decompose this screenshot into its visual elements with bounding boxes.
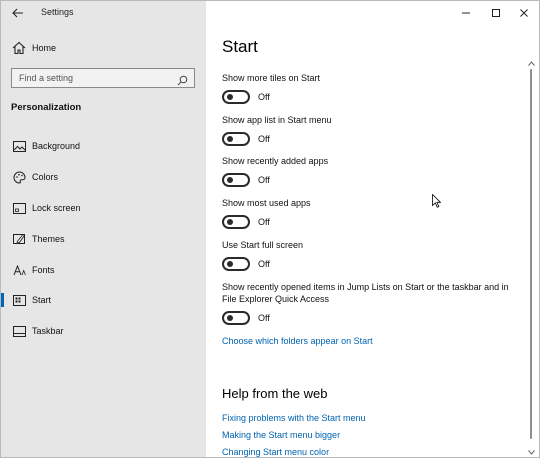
sidebar-item-background[interactable]: Background — [1, 134, 206, 158]
font-icon — [11, 262, 27, 278]
setting-label: Use Start full screen — [222, 240, 304, 250]
scroll-up-arrow-icon[interactable] — [528, 61, 535, 66]
sidebar-item-taskbar[interactable]: Taskbar — [1, 319, 206, 343]
toggle-switch[interactable] — [222, 311, 250, 325]
help-heading: Help from the web — [222, 386, 328, 401]
scroll-down-arrow-icon[interactable] — [528, 450, 535, 455]
help-link[interactable]: Fixing problems with the Start menu — [222, 413, 366, 423]
navigation-pane: Settings Home Personalization Background — [1, 1, 206, 457]
setting-label: Show more tiles on Start — [222, 73, 321, 83]
taskbar-icon — [11, 323, 27, 339]
back-arrow-icon — [12, 8, 23, 18]
help-link[interactable]: Making the Start menu bigger — [222, 430, 340, 440]
toggle-more-tiles[interactable]: Off — [222, 90, 270, 104]
home-icon — [11, 40, 27, 56]
search-icon[interactable] — [177, 73, 188, 91]
setting-label: Show most used apps — [222, 198, 311, 208]
start-icon — [11, 292, 27, 308]
sidebar-item-themes[interactable]: Themes — [1, 227, 206, 251]
section-heading: Personalization — [11, 102, 82, 113]
search-input[interactable] — [19, 73, 169, 83]
scroll-thumb[interactable] — [530, 69, 532, 439]
page-title: Start — [222, 37, 258, 56]
toggle-most-used[interactable]: Off — [222, 215, 270, 229]
toggle-state: Off — [258, 313, 270, 323]
sidebar-item-label: Fonts — [32, 265, 55, 275]
palette-icon — [11, 169, 27, 185]
setting-label-line2: File Explorer Quick Access — [222, 294, 330, 304]
image-icon — [11, 138, 27, 154]
toggle-state: Off — [258, 92, 270, 102]
choose-folders-link[interactable]: Choose which folders appear on Start — [222, 336, 373, 346]
toggle-jump-lists[interactable]: Off — [222, 311, 270, 325]
sidebar-item-colors[interactable]: Colors — [1, 165, 206, 189]
nav-home[interactable]: Home — [1, 36, 206, 60]
toggle-knob — [227, 219, 233, 225]
mouse-pointer-icon — [432, 194, 441, 208]
toggle-full-screen[interactable]: Off — [222, 257, 270, 271]
toggle-switch[interactable] — [222, 132, 250, 146]
vertical-scrollbar[interactable] — [526, 61, 537, 455]
sidebar-item-label: Start — [32, 295, 52, 305]
toggle-knob — [227, 261, 233, 267]
toggle-switch[interactable] — [222, 257, 250, 271]
toggle-knob — [227, 315, 233, 321]
help-link[interactable]: Changing Start menu color — [222, 447, 329, 457]
sidebar-item-start[interactable]: Start — [1, 288, 206, 312]
toggle-app-list[interactable]: Off — [222, 132, 270, 146]
back-button[interactable] — [9, 4, 27, 22]
sidebar-item-lock-screen[interactable]: Lock screen — [1, 196, 206, 220]
sidebar-item-label: Colors — [32, 172, 59, 182]
toggle-state: Off — [258, 259, 270, 269]
lock-screen-icon — [11, 200, 27, 216]
app-title: Settings — [41, 7, 74, 17]
toggle-state: Off — [258, 217, 270, 227]
toggle-recently-added[interactable]: Off — [222, 173, 270, 187]
sidebar-item-label: Lock screen — [32, 203, 81, 213]
toggle-switch[interactable] — [222, 90, 250, 104]
setting-label: Show recently added apps — [222, 156, 329, 166]
settings-window: Settings Home Personalization Background — [0, 0, 540, 458]
sidebar-item-label: Background — [32, 141, 81, 151]
toggle-knob — [227, 136, 233, 142]
toggle-state: Off — [258, 134, 270, 144]
toggle-switch[interactable] — [222, 173, 250, 187]
sidebar-item-label: Themes — [32, 234, 65, 244]
toggle-state: Off — [258, 175, 270, 185]
search-box[interactable] — [11, 68, 195, 88]
content-pane: Start Show more tiles on Start Off Show … — [206, 1, 539, 457]
title-bar: Settings — [1, 1, 206, 25]
toggle-switch[interactable] — [222, 215, 250, 229]
setting-label: Show app list in Start menu — [222, 115, 332, 125]
sidebar-item-fonts[interactable]: Fonts — [1, 258, 206, 282]
nav-home-label: Home — [32, 43, 57, 53]
brush-icon — [11, 231, 27, 247]
toggle-knob — [227, 94, 233, 100]
sidebar-item-label: Taskbar — [32, 326, 64, 336]
toggle-knob — [227, 177, 233, 183]
